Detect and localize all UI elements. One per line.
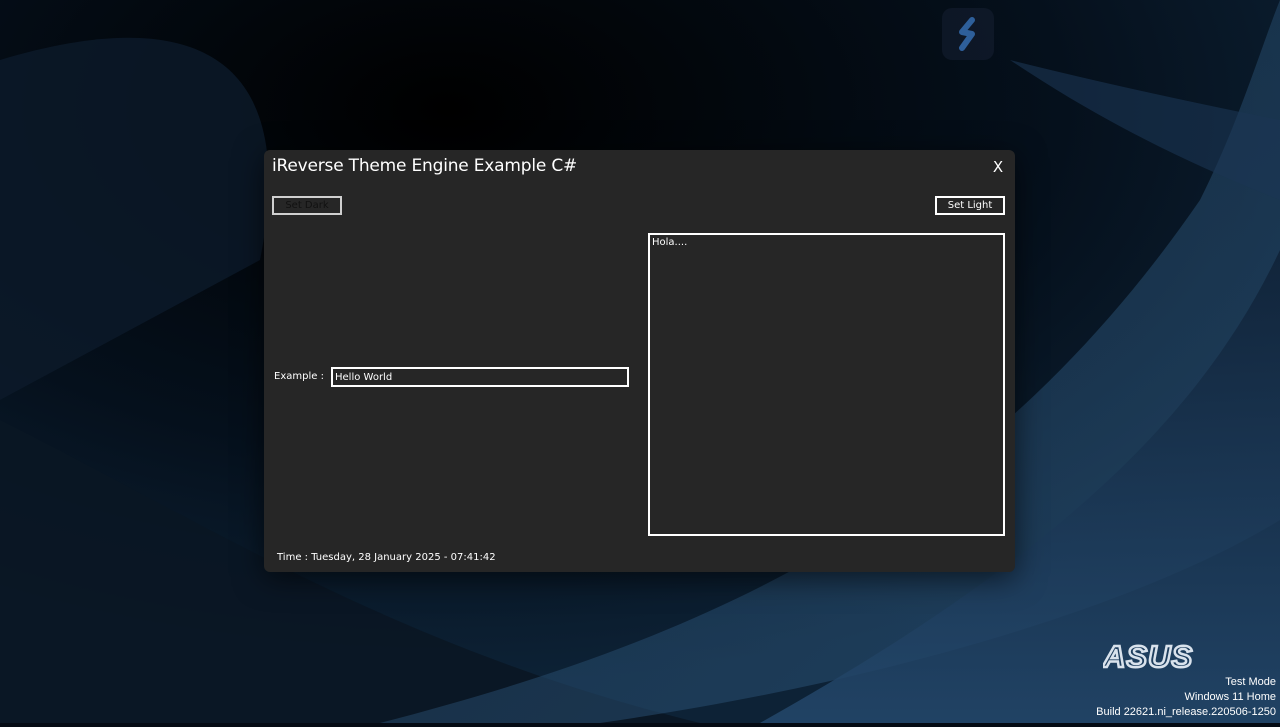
close-button[interactable]: X [989, 158, 1007, 176]
app-window: iReverse Theme Engine Example C# X Set D… [264, 150, 1015, 572]
set-dark-button[interactable]: Set Dark [272, 196, 342, 215]
text-area[interactable]: Hola.... [648, 233, 1005, 536]
watermark-build: Build 22621.ni_release.220506-1250 [1096, 706, 1276, 718]
watermark-edition: Windows 11 Home [1184, 691, 1277, 703]
asus-logo: ASUS [1101, 638, 1215, 676]
example-label: Example : [274, 371, 324, 382]
set-light-button[interactable]: Set Light [935, 196, 1005, 215]
watermark-test-mode: Test Mode [1225, 676, 1276, 688]
window-title: iReverse Theme Engine Example C# [272, 156, 578, 176]
example-input[interactable] [331, 367, 629, 387]
app-s-icon[interactable] [942, 8, 994, 60]
time-status: Time : Tuesday, 28 January 2025 - 07:41:… [277, 552, 496, 563]
windows-watermark: Test Mode Windows 11 Home Build 22621.ni… [1096, 675, 1276, 720]
svg-text:ASUS: ASUS [1103, 642, 1193, 670]
